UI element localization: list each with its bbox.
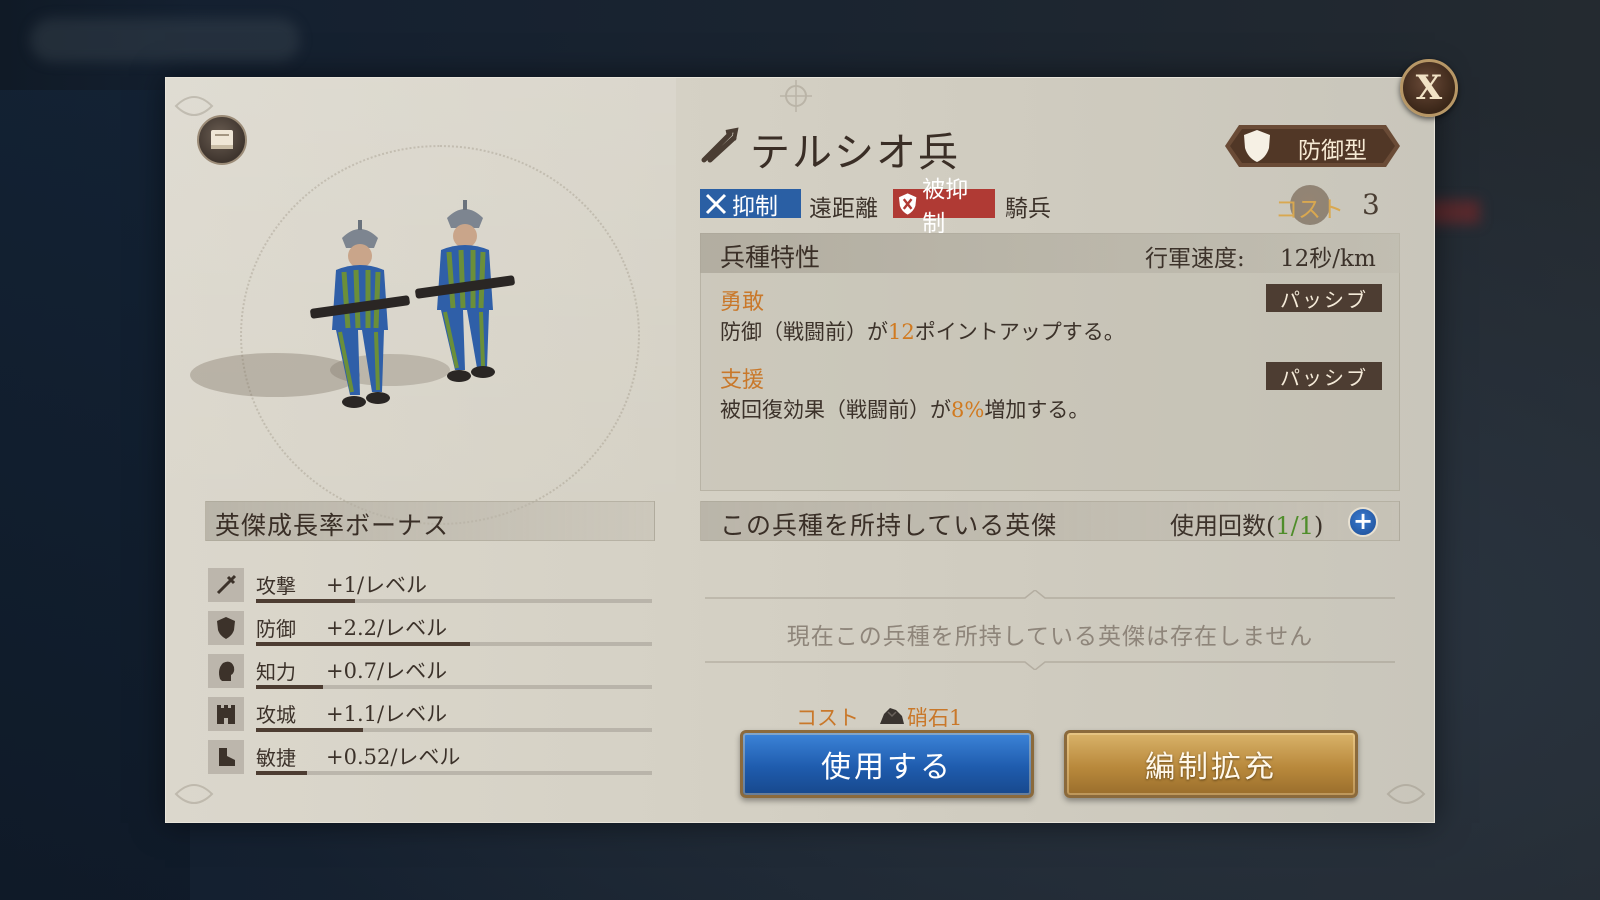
background-sidebar [0,90,190,900]
use-cost-item: 硝石1 [907,706,963,730]
stat-bar-fill [256,728,363,732]
stat-bar [256,599,652,603]
background-top-bar [30,18,300,62]
march-speed-label: 行軍速度: [1145,246,1245,272]
counters-label: 抑制 [732,193,778,220]
stat-name: 攻城 [256,703,296,727]
unit-traits-title: 兵種特性 [720,243,821,272]
stat-bar-fill [256,599,355,603]
passive-badge: パッシブ [1266,362,1382,390]
shield-icon [1244,130,1270,162]
stat-row-siege: 攻城 +1.1/レベル [208,697,653,737]
countered-label: 被抑制 [922,176,969,237]
unit-type-label: 防御型 [1298,138,1367,164]
crossed-swords-icon [705,193,727,214]
stat-bar-fill [256,685,324,689]
stat-value: +1/レベル [326,573,428,597]
stat-row-agility: 敏捷 +0.52/レベル [208,740,653,780]
heroes-title: この兵種を所持している英傑 [720,511,1058,540]
stat-bar [256,728,652,732]
use-count: 使用回数(1/1) [1170,512,1324,540]
skill-name: 支援 [720,368,765,393]
passive-badge: パッシブ [1266,284,1382,312]
stat-value: +0.52/レベル [326,745,461,769]
tercio-soldiers-illustration [190,200,515,408]
stat-bar [256,685,652,689]
corner-ornament-icon [1386,784,1426,804]
book-icon [211,130,233,149]
stat-row-intelligence: 知力 +0.7/レベル [208,654,653,694]
skill-description: 防御（戦闘前）が12ポイントアップする。 [720,320,1125,344]
stat-bar-fill [256,642,470,646]
no-heroes-message: 現在この兵種を所持している英傑は存在しません [786,624,1314,650]
stat-value: +0.7/レベル [326,659,448,683]
growth-bonus-title: 英傑成長率ボーナス [215,511,450,540]
countered-target: 騎兵 [1005,196,1051,222]
stat-row-attack: 攻撃 +1/レベル [208,568,653,608]
head-icon [208,654,244,688]
stat-value: +1.1/レベル [326,702,448,726]
shield-icon [208,611,244,645]
march-speed-value: 12秒/km [1280,246,1376,272]
use-button[interactable]: 使用する [740,730,1034,798]
stat-name: 防御 [256,617,296,641]
counters-tag: 抑制 [700,189,801,220]
use-cost-label: コスト [796,706,859,730]
stat-value: +2.2/レベル [326,616,448,640]
countered-tag: 被抑制 [893,177,995,237]
top-ornament-icon [780,80,812,112]
castle-icon [208,697,244,731]
skill-name: 勇敢 [720,290,765,315]
stat-name: 敏捷 [256,746,296,770]
stat-bar [256,642,652,646]
close-button[interactable]: X [1400,59,1458,117]
encyclopedia-button[interactable] [197,115,247,165]
counters-target: 遠距離 [809,196,878,222]
stat-row-defense: 防御 +2.2/レベル [208,611,653,651]
saltpeter-ore-icon [880,708,904,724]
add-use-count-button[interactable]: + [1348,507,1378,537]
corner-ornament-icon [174,784,214,804]
unit-cost-value: 3 [1362,188,1380,221]
stat-bar [256,771,652,775]
boot-icon [208,740,244,774]
expand-formation-button[interactable]: 編制拡充 [1064,730,1358,798]
stat-name: 攻撃 [256,574,296,598]
skill-description: 被回復効果（戦闘前）が8%増加する。 [720,398,1090,422]
stat-bar-fill [256,771,308,775]
musket-unit-icon [701,127,739,163]
stat-name: 知力 [256,660,296,684]
unit-cost-label: コスト [1275,197,1344,223]
sword-icon [208,568,244,602]
broken-shield-icon [898,192,917,215]
